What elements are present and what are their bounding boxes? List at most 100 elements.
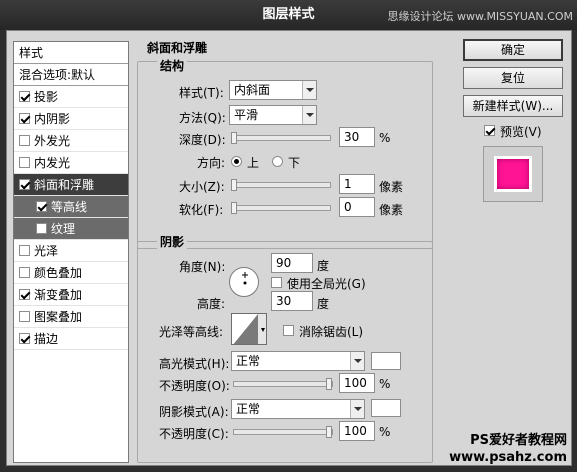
blend-options-item[interactable]: 混合选项:默认: [14, 64, 128, 86]
slider-thumb[interactable]: [231, 132, 237, 144]
size-input[interactable]: 1: [339, 174, 375, 194]
global-light-checkbox[interactable]: [271, 277, 282, 288]
style-item-bevel-emboss[interactable]: 斜面和浮雕: [14, 174, 128, 196]
style-item-label: 描边: [34, 331, 59, 346]
direction-down-radio[interactable]: [272, 156, 283, 167]
anti-alias-checkbox[interactable]: [283, 325, 294, 336]
ok-button[interactable]: 确定: [463, 39, 563, 61]
gloss-contour-label: 光泽等高线:: [159, 325, 224, 339]
style-item-label: 图案叠加: [34, 309, 83, 324]
checkbox[interactable]: [19, 333, 30, 344]
structure-title: 结构: [157, 57, 188, 74]
highlight-opacity-slider[interactable]: [233, 378, 333, 390]
size-slider[interactable]: [231, 179, 331, 191]
technique-select[interactable]: 平滑: [229, 105, 317, 125]
chevron-down-icon: [302, 81, 316, 99]
style-item-inner-shadow[interactable]: 内阴影: [14, 108, 128, 130]
shadow-mode-value: 正常: [236, 402, 261, 416]
slider-thumb[interactable]: [326, 426, 332, 438]
shadow-opacity-slider[interactable]: [233, 426, 333, 438]
style-item-label: 颜色叠加: [34, 265, 83, 280]
style-list-header[interactable]: 样式: [14, 42, 128, 64]
angle-input[interactable]: 90: [271, 253, 313, 273]
bevel-section-title: 斜面和浮雕: [147, 41, 208, 55]
checkbox[interactable]: [19, 157, 30, 168]
highlight-mode-select[interactable]: 正常: [231, 351, 365, 371]
preview-swatch: [494, 156, 532, 192]
style-item-drop-shadow[interactable]: 投影: [14, 86, 128, 108]
direction-down-label: 下: [288, 156, 301, 170]
shadow-opacity-input[interactable]: 100: [339, 421, 375, 441]
angle-label: 角度(N):: [179, 260, 226, 274]
highlight-opacity-label: 不透明度(O):: [159, 379, 230, 393]
style-item-label: 投影: [34, 89, 59, 104]
reset-button[interactable]: 复位: [463, 67, 563, 89]
checkbox[interactable]: [19, 245, 30, 256]
shadow-color-swatch[interactable]: [371, 399, 401, 417]
depth-unit: %: [379, 131, 391, 145]
shadow-opacity-label: 不透明度(C):: [159, 427, 229, 441]
slider-thumb[interactable]: [231, 179, 237, 191]
depth-slider[interactable]: [231, 132, 331, 144]
style-item-gradient-overlay[interactable]: 渐变叠加: [14, 284, 128, 306]
style-item-label: 外发光: [34, 133, 71, 148]
style-item-pattern-overlay[interactable]: 图案叠加: [14, 306, 128, 328]
style-item-color-overlay[interactable]: 颜色叠加: [14, 262, 128, 284]
altitude-input[interactable]: 30: [271, 291, 313, 311]
checkbox[interactable]: [19, 179, 30, 190]
checkbox[interactable]: [19, 113, 30, 124]
shadow-opacity-unit: %: [379, 425, 391, 439]
style-label: 样式(T):: [179, 86, 224, 100]
shadow-mode-select[interactable]: 正常: [231, 399, 365, 419]
soften-slider[interactable]: [231, 202, 331, 214]
preview-checkbox[interactable]: [484, 125, 495, 136]
style-item-stroke[interactable]: 描边: [14, 328, 128, 350]
angle-crosshair-icon: [242, 272, 248, 285]
watermark-line-2: www.psahz.com: [449, 450, 567, 465]
style-item-outer-glow[interactable]: 外发光: [14, 130, 128, 152]
chevron-down-icon: [350, 352, 364, 370]
shadow-mode-label: 阴影模式(A):: [159, 405, 229, 419]
checkbox[interactable]: [36, 223, 47, 234]
checkbox[interactable]: [19, 267, 30, 278]
preview-label: 预览(V): [500, 125, 542, 139]
style-item-texture[interactable]: 纹理: [14, 218, 128, 240]
highlight-mode-value: 正常: [236, 354, 261, 368]
size-label: 大小(Z):: [179, 180, 225, 194]
bevel-style-select[interactable]: 内斜面: [229, 80, 317, 100]
highlight-opacity-input[interactable]: 100: [339, 373, 375, 393]
style-item-satin[interactable]: 光泽: [14, 240, 128, 262]
highlight-color-swatch[interactable]: [371, 352, 401, 370]
chevron-down-icon: [350, 400, 364, 418]
slider-thumb[interactable]: [326, 378, 332, 390]
style-item-contour[interactable]: 等高线: [14, 196, 128, 218]
depth-input[interactable]: 30: [339, 127, 375, 147]
global-light-label: 使用全局光(G): [287, 277, 366, 291]
soften-input[interactable]: 0: [339, 197, 375, 217]
checkbox[interactable]: [19, 289, 30, 300]
watermark-bottom: PS爱好者教程网 www.psahz.com: [449, 432, 567, 466]
depth-label: 深度(D):: [179, 133, 226, 147]
style-item-label: 纹理: [51, 221, 76, 236]
new-style-button[interactable]: 新建样式(W)...: [463, 95, 563, 117]
technique-value: 平滑: [234, 108, 259, 122]
style-item-label: 斜面和浮雕: [34, 177, 95, 192]
gloss-contour-picker[interactable]: [231, 313, 267, 345]
checkbox[interactable]: [36, 201, 47, 212]
direction-up-radio[interactable]: [231, 156, 242, 167]
checkbox[interactable]: [19, 91, 30, 102]
shading-title: 阴影: [157, 233, 188, 250]
checkbox[interactable]: [19, 311, 30, 322]
checkbox[interactable]: [19, 135, 30, 146]
anti-alias-label: 消除锯齿(L): [299, 325, 364, 339]
style-item-label: 等高线: [51, 199, 88, 214]
style-item-inner-glow[interactable]: 内发光: [14, 152, 128, 174]
watermark-top: 思缘设计论坛 www.MISSYUAN.COM: [387, 10, 573, 23]
style-preview: [483, 146, 543, 202]
slider-thumb[interactable]: [231, 202, 237, 214]
altitude-unit: 度: [317, 297, 330, 311]
soften-label: 软化(F):: [179, 203, 224, 217]
size-unit: 像素: [379, 180, 404, 194]
angle-dial[interactable]: [229, 267, 259, 297]
style-list: 样式 混合选项:默认 投影 内阴影 外发光 内发光 斜面和浮雕 等高线 纹理 光…: [13, 41, 129, 463]
